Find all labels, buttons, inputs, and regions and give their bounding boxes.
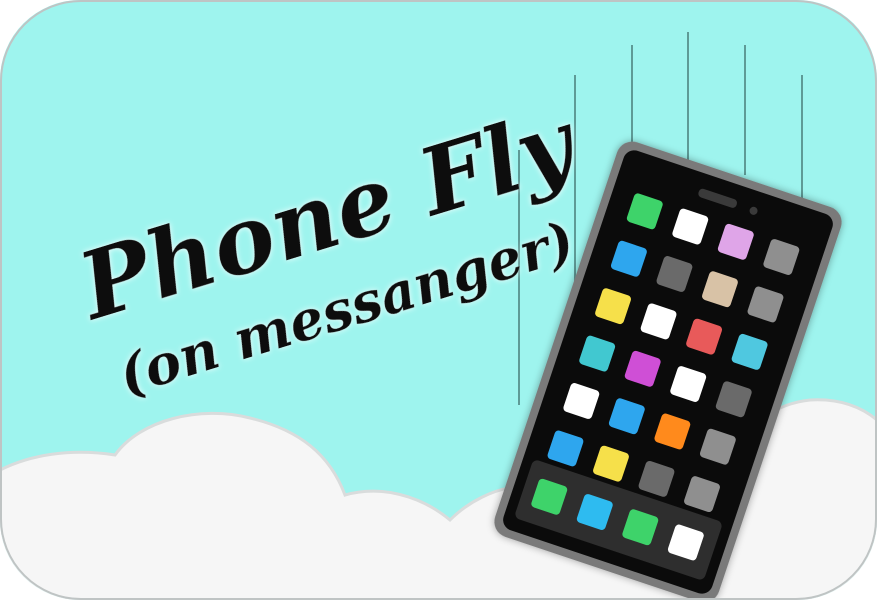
game-scene: Phone Fly (on messanger) xyxy=(0,0,877,600)
scene-canvas: Phone Fly (on messanger) xyxy=(0,0,877,600)
